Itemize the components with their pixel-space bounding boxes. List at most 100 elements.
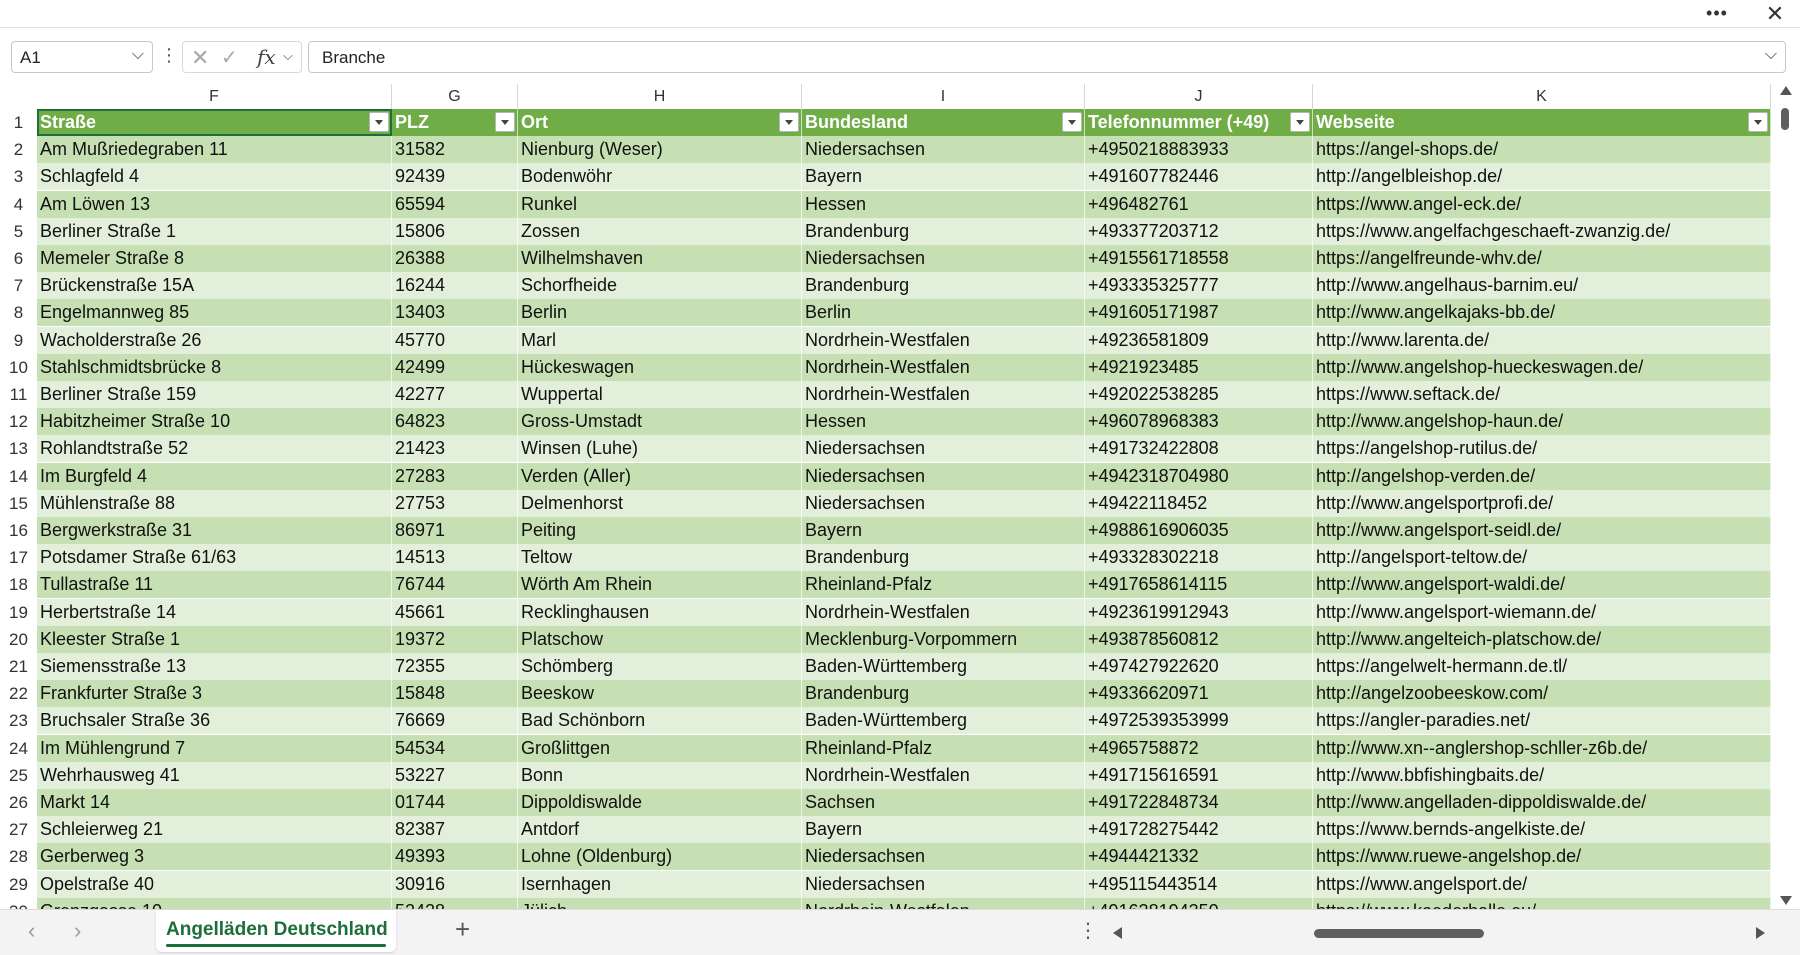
row-header[interactable]: 10 bbox=[0, 354, 37, 381]
row-header[interactable]: 20 bbox=[0, 626, 37, 653]
table-cell[interactable]: Berlin bbox=[802, 299, 1085, 327]
table-cell[interactable]: +4917658614115 bbox=[1085, 571, 1313, 599]
table-cell[interactable]: Niedersachsen bbox=[802, 462, 1085, 490]
filter-dropdown-icon[interactable] bbox=[779, 112, 799, 132]
table-cell[interactable]: Baden-Württemberg bbox=[802, 653, 1085, 680]
row-header[interactable]: 19 bbox=[0, 599, 37, 626]
table-cell[interactable]: Berliner Straße 1 bbox=[37, 217, 392, 245]
table-cell[interactable]: +491607782446 bbox=[1085, 163, 1313, 191]
row-header[interactable]: 21 bbox=[0, 653, 37, 680]
table-cell[interactable]: +491728275442 bbox=[1085, 816, 1313, 844]
table-cell[interactable]: https://angler-paradies.net/ bbox=[1313, 707, 1771, 735]
table-cell[interactable]: 82387 bbox=[392, 816, 518, 844]
table-cell[interactable]: Delmenhorst bbox=[518, 489, 802, 517]
chevron-down-icon[interactable]: ⌵ bbox=[132, 46, 144, 64]
table-cell[interactable]: Nordrhein-Westfalen bbox=[802, 381, 1085, 408]
row-header[interactable]: 26 bbox=[0, 789, 37, 816]
table-cell[interactable]: Gerberweg 3 bbox=[37, 843, 392, 871]
table-cell[interactable]: http://angelzoobeeskow.com/ bbox=[1313, 680, 1771, 708]
table-cell[interactable]: Bonn bbox=[518, 761, 802, 789]
table-cell[interactable]: +4915561718558 bbox=[1085, 245, 1313, 272]
table-cell[interactable]: +491722848734 bbox=[1085, 789, 1313, 816]
table-cell[interactable]: 54534 bbox=[392, 734, 518, 762]
table-cell[interactable]: http://angelsport-teltow.de/ bbox=[1313, 544, 1771, 572]
table-cell[interactable]: Am Löwen 13 bbox=[37, 190, 392, 218]
table-cell[interactable]: Wilhelmshaven bbox=[518, 245, 802, 272]
table-cell[interactable]: Recklinghausen bbox=[518, 598, 802, 626]
table-cell[interactable]: Verden (Aller) bbox=[518, 462, 802, 490]
table-cell[interactable]: Hückeswagen bbox=[518, 353, 802, 381]
table-cell[interactable]: http://www.bbfishingbaits.de/ bbox=[1313, 761, 1771, 789]
table-cell[interactable]: 21423 bbox=[392, 435, 518, 463]
table-cell[interactable]: Hessen bbox=[802, 190, 1085, 218]
table-cell[interactable]: +4965758872 bbox=[1085, 734, 1313, 762]
table-cell[interactable]: Brückenstraße 15A bbox=[37, 272, 392, 300]
column-header[interactable]: J bbox=[1085, 84, 1313, 109]
filter-dropdown-icon[interactable] bbox=[1748, 112, 1768, 132]
table-cell[interactable]: 45770 bbox=[392, 326, 518, 354]
scroll-right-icon[interactable] bbox=[1756, 927, 1765, 939]
row-header[interactable]: 14 bbox=[0, 463, 37, 490]
table-cell[interactable]: Im Burgfeld 4 bbox=[37, 462, 392, 490]
row-header[interactable]: 25 bbox=[0, 762, 37, 789]
table-cell[interactable]: https://www.ruewe-angelshop.de/ bbox=[1313, 843, 1771, 871]
chevron-left-icon[interactable]: ‹ bbox=[28, 918, 35, 944]
table-cell[interactable]: https://www.seftack.de/ bbox=[1313, 381, 1771, 408]
table-cell[interactable]: http://www.angelsportprofi.de/ bbox=[1313, 489, 1771, 517]
row-header[interactable]: 23 bbox=[0, 707, 37, 734]
table-cell[interactable]: Antdorf bbox=[518, 816, 802, 844]
table-cell[interactable]: Sachsen bbox=[802, 789, 1085, 816]
table-cell[interactable]: Platschow bbox=[518, 625, 802, 653]
column-header[interactable]: G bbox=[392, 84, 518, 109]
table-cell[interactable]: Großlittgen bbox=[518, 734, 802, 762]
row-header[interactable]: 9 bbox=[0, 327, 37, 354]
table-cell[interactable]: Winsen (Luhe) bbox=[518, 435, 802, 463]
kebab-icon[interactable]: ⋮ bbox=[1078, 918, 1098, 943]
table-cell[interactable]: Niedersachsen bbox=[802, 136, 1085, 164]
row-header[interactable]: 18 bbox=[0, 571, 37, 598]
table-cell[interactable]: Hessen bbox=[802, 408, 1085, 436]
table-cell[interactable]: 42499 bbox=[392, 353, 518, 381]
table-cell[interactable]: http://www.angelteich-platschow.de/ bbox=[1313, 625, 1771, 653]
table-cell[interactable]: http://www.angelsport-wiemann.de/ bbox=[1313, 598, 1771, 626]
table-cell[interactable]: Nordrhein-Westfalen bbox=[802, 326, 1085, 354]
table-cell[interactable]: 13403 bbox=[392, 299, 518, 327]
table-cell[interactable]: Bayern bbox=[802, 517, 1085, 544]
table-cell[interactable]: 14513 bbox=[392, 544, 518, 572]
row-header[interactable]: 22 bbox=[0, 680, 37, 707]
table-cell[interactable]: 27283 bbox=[392, 462, 518, 490]
scroll-down-icon[interactable] bbox=[1780, 896, 1792, 905]
table-cell[interactable]: 15806 bbox=[392, 217, 518, 245]
table-cell[interactable]: https://angelshop-rutilus.de/ bbox=[1313, 435, 1771, 463]
table-cell[interactable]: Nordrhein-Westfalen bbox=[802, 897, 1085, 909]
table-cell[interactable]: Bayern bbox=[802, 816, 1085, 844]
row-header[interactable]: 2 bbox=[0, 136, 37, 163]
table-cell[interactable]: +493335325777 bbox=[1085, 272, 1313, 300]
table-cell[interactable]: http://www.angelshop-haun.de/ bbox=[1313, 408, 1771, 436]
table-cell[interactable]: Nordrhein-Westfalen bbox=[802, 598, 1085, 626]
table-cell[interactable]: Frankfurter Straße 3 bbox=[37, 680, 392, 708]
column-header[interactable]: K bbox=[1313, 84, 1771, 109]
name-box[interactable]: A1 ⌵ bbox=[11, 41, 153, 73]
table-cell[interactable]: Mecklenburg-Vorpommern bbox=[802, 625, 1085, 653]
table-cell[interactable]: +49236581809 bbox=[1085, 326, 1313, 354]
row-header[interactable]: 30 bbox=[0, 898, 37, 909]
row-header[interactable]: 17 bbox=[0, 544, 37, 571]
table-cell[interactable]: Berliner Straße 159 bbox=[37, 381, 392, 408]
table-cell[interactable]: Lohne (Oldenburg) bbox=[518, 843, 802, 871]
table-cell[interactable]: 52428 bbox=[392, 897, 518, 909]
table-cell[interactable]: https://www.angelsport.de/ bbox=[1313, 870, 1771, 898]
table-cell[interactable]: https://www.angelfachgeschaeft-zwanzig.d… bbox=[1313, 217, 1771, 245]
table-cell[interactable]: 45661 bbox=[392, 598, 518, 626]
table-cell[interactable]: Nienburg (Weser) bbox=[518, 136, 802, 164]
table-cell[interactable]: http://www.angelshop-hueckeswagen.de/ bbox=[1313, 353, 1771, 381]
row-header[interactable]: 28 bbox=[0, 843, 37, 870]
row-header[interactable]: 7 bbox=[0, 272, 37, 299]
row-header[interactable]: 6 bbox=[0, 245, 37, 272]
table-cell[interactable]: 26388 bbox=[392, 245, 518, 272]
table-cell[interactable]: http://www.angelladen-dippoldiswalde.de/ bbox=[1313, 789, 1771, 816]
select-all-corner[interactable] bbox=[0, 84, 37, 109]
table-cell[interactable]: +495115443514 bbox=[1085, 870, 1313, 898]
table-cell[interactable]: Rohlandtstraße 52 bbox=[37, 435, 392, 463]
table-cell[interactable]: http://www.angelsport-seidl.de/ bbox=[1313, 517, 1771, 544]
